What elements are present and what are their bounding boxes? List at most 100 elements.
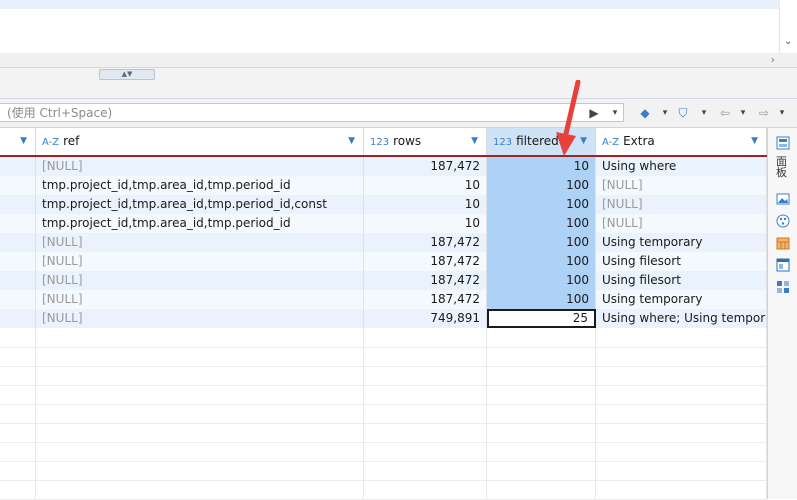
cell-rows[interactable]: 187,472 [364,271,487,290]
column-header-rows[interactable]: 123 rows ▼ [364,128,487,155]
cell-prev[interactable] [0,157,36,176]
clear-filter-icon[interactable]: ◆ [638,105,652,121]
cell-rows[interactable]: 187,472 [364,290,487,309]
image-icon[interactable] [776,192,790,206]
sort-dropdown-icon[interactable]: ▼ [20,128,27,155]
table-row[interactable]: [NULL] 749,891 25 Using where; Using tem… [0,309,767,328]
cell-ref[interactable]: tmp.project_id,tmp.area_id,tmp.period_id [36,214,364,233]
empty-cell [596,385,767,404]
cell-rows[interactable]: 749,891 [364,309,487,328]
empty-row [0,328,767,348]
cell-extra[interactable]: Using filesort [596,271,767,290]
back-dropdown-icon[interactable]: ▾ [738,105,748,121]
empty-cell [487,366,596,385]
sort-dropdown-icon[interactable]: ▼ [751,128,758,155]
empty-cell [36,404,364,423]
cell-rows[interactable]: 187,472 [364,157,487,176]
editor-horizontal-scrollbar[interactable]: › [0,53,797,67]
panel-icon[interactable] [776,136,790,150]
cell-prev[interactable] [0,252,36,271]
cell-ref[interactable]: [NULL] [36,290,364,309]
cell-prev[interactable] [0,176,36,195]
cell-filtered-selected[interactable]: 25 [487,309,596,328]
sort-dropdown-icon[interactable]: ▼ [348,128,355,155]
empty-cell [0,480,36,499]
cell-prev[interactable] [0,309,36,328]
cell-ref[interactable]: [NULL] [36,271,364,290]
empty-cell [596,423,767,442]
cell-extra[interactable]: [NULL] [596,176,767,195]
splitter-handle[interactable]: ▲▼ [99,69,155,80]
column-label-extra: Extra [623,134,655,148]
cell-extra[interactable]: Using temporary [596,290,767,309]
grid-icon[interactable] [776,280,790,294]
table-row[interactable]: [NULL] 187,472 100 Using temporary [0,233,767,252]
column-header-extra[interactable]: A-Z Extra ▼ [596,128,767,155]
table-row[interactable]: [NULL] 187,472 10 Using where [0,157,767,176]
forward-arrow-icon[interactable]: ⇨ [756,105,772,121]
cell-filtered[interactable]: 100 [487,271,596,290]
cell-filtered[interactable]: 100 [487,252,596,271]
cell-extra[interactable]: Using where [596,157,767,176]
cell-filtered[interactable]: 100 [487,195,596,214]
cell-rows[interactable]: 187,472 [364,233,487,252]
cell-extra[interactable]: Using filesort [596,252,767,271]
cell-prev[interactable] [0,233,36,252]
pane-splitter[interactable]: ▲▼ [0,67,797,101]
cell-extra[interactable]: [NULL] [596,195,767,214]
cell-rows[interactable]: 10 [364,176,487,195]
table-row[interactable]: [NULL] 187,472 100 Using temporary [0,290,767,309]
panels-label[interactable]: 面板 [776,156,790,178]
empty-row [0,461,767,481]
cell-ref[interactable]: [NULL] [36,157,364,176]
scroll-down-icon[interactable]: ⌄ [784,36,792,47]
empty-cell [0,404,36,423]
cell-rows[interactable]: 187,472 [364,252,487,271]
cell-rows[interactable]: 10 [364,195,487,214]
cell-extra[interactable]: [NULL] [596,214,767,233]
window-icon[interactable] [776,258,790,272]
column-header-ref[interactable]: A-Z ref ▼ [36,128,364,155]
apply-filter-icon[interactable]: ▶ [588,105,600,121]
cell-ref[interactable]: [NULL] [36,309,364,328]
empty-cell [487,480,596,499]
table-row[interactable]: tmp.project_id,tmp.area_id,tmp.period_id… [0,195,767,214]
clear-filter-dropdown-icon[interactable]: ▾ [660,105,670,121]
forward-dropdown-icon[interactable]: ▾ [777,105,787,121]
sql-editor-pane[interactable] [0,0,779,53]
editor-vertical-scrollbar[interactable]: ⌄ [779,0,797,53]
cell-filtered[interactable]: 100 [487,233,596,252]
cell-ref[interactable]: [NULL] [36,252,364,271]
cell-extra[interactable]: Using temporary [596,233,767,252]
cell-ref[interactable]: [NULL] [36,233,364,252]
empty-cell [487,385,596,404]
table-row[interactable]: [NULL] 187,472 100 Using filesort [0,252,767,271]
cell-filtered[interactable]: 100 [487,214,596,233]
scroll-right-icon[interactable]: › [771,53,775,66]
cell-ref[interactable]: tmp.project_id,tmp.area_id,tmp.period_id [36,176,364,195]
table-row[interactable]: tmp.project_id,tmp.area_id,tmp.period_id… [0,176,767,195]
funnel-dropdown-icon[interactable]: ▾ [699,105,709,121]
cell-rows[interactable]: 10 [364,214,487,233]
sort-dropdown-icon[interactable]: ▼ [471,128,478,155]
calendar-icon[interactable] [776,236,790,250]
cell-prev[interactable] [0,290,36,309]
cell-prev[interactable] [0,214,36,233]
numeric-type-icon: 123 [493,137,513,148]
palette-icon[interactable] [776,214,790,228]
cell-extra[interactable]: Using where; Using temporary [596,309,767,328]
annotation-arrow [556,80,581,156]
table-row[interactable]: [NULL] 187,472 100 Using filesort [0,271,767,290]
filter-history-dropdown-icon[interactable]: ▾ [610,105,620,121]
empty-cell [364,404,487,423]
cell-filtered[interactable]: 100 [487,290,596,309]
cell-prev[interactable] [0,195,36,214]
cell-prev[interactable] [0,271,36,290]
back-arrow-icon[interactable]: ⇦ [717,105,733,121]
filter-input[interactable]: (使用 Ctrl+Space) [0,103,624,122]
column-header-prev[interactable]: ▼ [0,128,36,155]
cell-ref[interactable]: tmp.project_id,tmp.area_id,tmp.period_id… [36,195,364,214]
table-row[interactable]: tmp.project_id,tmp.area_id,tmp.period_id… [0,214,767,233]
cell-filtered[interactable]: 100 [487,176,596,195]
funnel-icon[interactable]: ⛉ [676,105,690,121]
